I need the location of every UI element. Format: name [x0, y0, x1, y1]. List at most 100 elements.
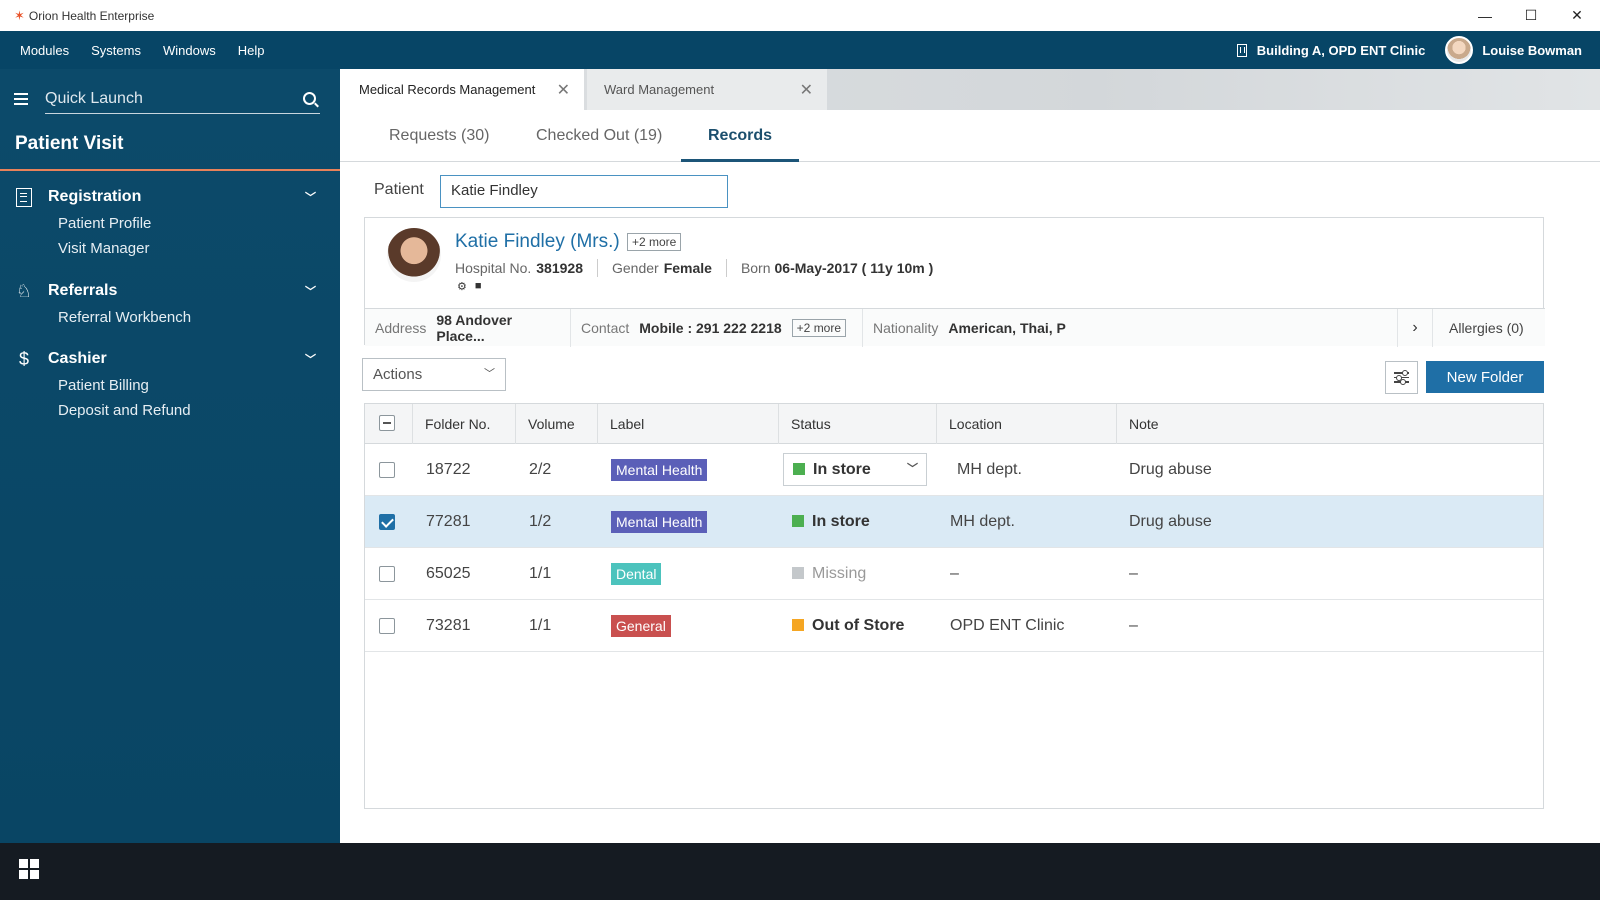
records-table: Folder No. Volume Label Status Location …: [364, 403, 1544, 809]
sidebar-group-referrals: ♘ Referrals ﹀ Referral Workbench: [14, 277, 324, 330]
born-label: Born: [740, 260, 771, 276]
sliders-icon: [1394, 370, 1409, 376]
patient-details: Hospital No. 381928 Gender Female Born 0…: [455, 258, 933, 278]
separator: [596, 259, 598, 277]
verified-icon[interactable]: ⚙: [457, 280, 467, 293]
col-location[interactable]: Location: [937, 404, 1117, 444]
windows-start-icon[interactable]: [19, 859, 39, 879]
patient-search-input[interactable]: Katie Findley: [440, 175, 728, 208]
user-avatar[interactable]: [1445, 36, 1474, 64]
menu-systems[interactable]: Systems: [91, 43, 141, 58]
filter-settings-button[interactable]: [1385, 361, 1418, 394]
table-row[interactable]: 18722 2/2 Mental Health In store ﹀ MH de…: [365, 444, 1543, 496]
patient-name[interactable]: Katie Findley (Mrs.): [455, 231, 620, 253]
sidebar-item-referral-workbench[interactable]: Referral Workbench: [58, 305, 324, 330]
select-all-checkbox[interactable]: [379, 415, 395, 431]
table-row[interactable]: 65025 1/1 Dental Missing – –: [365, 548, 1543, 600]
sidebar-group-header-referrals[interactable]: ♘ Referrals ﹀: [14, 277, 324, 305]
row-checkbox[interactable]: [379, 514, 395, 530]
location: MH dept.: [950, 513, 1015, 530]
main-panel: Medical Records Management ✕ Ward Manage…: [340, 69, 1600, 843]
more-names-badge[interactable]: +2 more: [627, 233, 682, 251]
location-label[interactable]: Building A, OPD ENT Clinic: [1257, 43, 1426, 58]
sidebar-item-patient-profile[interactable]: Patient Profile: [58, 211, 324, 236]
address-value[interactable]: 98 Andover Place...: [436, 312, 560, 344]
col-folder-no[interactable]: Folder No.: [413, 404, 516, 444]
chevron-down-icon: ﹀: [484, 368, 495, 380]
label-tag: Dental: [611, 563, 662, 585]
sidebar-divider: [0, 169, 340, 171]
location: MH dept.: [957, 461, 1022, 478]
lock-icon[interactable]: ■: [475, 280, 482, 293]
nationality-label: Nationality: [873, 319, 939, 336]
sidebar-group-header-cashier[interactable]: $ Cashier ﹀: [14, 345, 324, 373]
note: Drug abuse: [1129, 513, 1212, 530]
label-cell: Mental Health: [611, 444, 708, 496]
user-name[interactable]: Louise Bowman: [1482, 43, 1582, 58]
status-text: In store: [813, 461, 871, 478]
chevron-down-icon: ﹀: [305, 286, 316, 298]
tab-medical-records-management[interactable]: Medical Records Management ✕: [340, 69, 584, 110]
col-volume[interactable]: Volume: [516, 404, 598, 444]
status-dot: [793, 462, 805, 475]
hospital-no-value: 381928: [536, 260, 583, 276]
subtab-records[interactable]: Records: [681, 110, 799, 162]
patient-flags: ⚙ ■: [457, 280, 482, 293]
select-all-cell: [365, 404, 413, 444]
sidebar-item-deposit-refund[interactable]: Deposit and Refund: [58, 398, 324, 423]
nationality-value: American, Thai, P: [948, 319, 1066, 336]
sidebar: Quick Launch Patient Visit Registration …: [0, 69, 340, 843]
label-tag: Mental Health: [611, 459, 708, 481]
app-title: Orion Health Enterprise: [28, 8, 155, 23]
document-tab-strip: Medical Records Management ✕ Ward Manage…: [340, 69, 1600, 110]
col-label[interactable]: Label: [598, 404, 779, 444]
table-row[interactable]: 73281 1/1 General Out of Store OPD ENT C…: [365, 600, 1543, 652]
volume: 1/2: [529, 513, 552, 530]
search-icon[interactable]: [303, 92, 316, 105]
sidebar-group-header-registration[interactable]: Registration ﹀: [14, 183, 324, 211]
close-icon[interactable]: ✕: [1554, 0, 1600, 31]
gender-value: Female: [663, 260, 712, 276]
chevron-right-icon[interactable]: ›: [1397, 308, 1433, 347]
label-cell: Dental: [611, 548, 662, 600]
quick-launch-input[interactable]: Quick Launch: [45, 84, 320, 114]
close-tab-icon[interactable]: ✕: [800, 80, 813, 100]
note: Drug abuse: [1129, 461, 1212, 478]
row-checkbox[interactable]: [379, 566, 395, 582]
hamburger-menu-icon[interactable]: [14, 93, 28, 105]
col-status[interactable]: Status: [779, 404, 937, 444]
menu-windows[interactable]: Windows: [163, 43, 216, 58]
patient-field-label: Patient: [374, 181, 424, 198]
subtab-requests[interactable]: Requests (30): [389, 110, 490, 162]
menu-modules[interactable]: Modules: [20, 43, 69, 58]
table-row[interactable]: 77281 1/2 Mental Health In store MH dept…: [365, 496, 1543, 548]
tab-label: Medical Records Management: [359, 82, 536, 97]
tab-ward-management[interactable]: Ward Management ✕: [587, 69, 827, 110]
allergies-button[interactable]: Allergies (0): [1433, 309, 1540, 347]
actions-dropdown[interactable]: Actions ﹀: [362, 358, 506, 391]
subtab-checked-out[interactable]: Checked Out (19): [536, 110, 662, 162]
patient-banner: Katie Findley (Mrs.) +2 more Hospital No…: [364, 217, 1545, 347]
user-area: Building A, OPD ENT Clinic Louise Bowman: [1236, 31, 1582, 69]
referral-icon: ♘: [15, 280, 33, 301]
new-folder-button[interactable]: New Folder: [1426, 361, 1544, 393]
status-text: In store: [812, 513, 870, 530]
status-cell: Out of Store: [792, 600, 904, 652]
status-dropdown[interactable]: In store ﹀: [783, 453, 927, 486]
menu-help[interactable]: Help: [238, 43, 265, 58]
more-contacts-badge[interactable]: +2 more: [791, 318, 847, 337]
sidebar-item-patient-billing[interactable]: Patient Billing: [58, 373, 324, 398]
os-taskbar: [0, 843, 1600, 900]
sidebar-item-visit-manager[interactable]: Visit Manager: [58, 236, 324, 261]
row-checkbox[interactable]: [379, 618, 395, 634]
window-controls: — ☐ ✕: [1462, 0, 1600, 31]
close-tab-icon[interactable]: ✕: [557, 80, 570, 100]
label-tag: Mental Health: [611, 511, 708, 533]
folder-no: 65025: [426, 565, 471, 582]
row-checkbox[interactable]: [379, 462, 395, 478]
col-note[interactable]: Note: [1117, 404, 1543, 444]
maximize-icon[interactable]: ☐: [1508, 0, 1554, 31]
folder-no: 18722: [426, 461, 471, 478]
minimize-icon[interactable]: —: [1462, 0, 1508, 31]
label-cell: Mental Health: [611, 496, 708, 548]
